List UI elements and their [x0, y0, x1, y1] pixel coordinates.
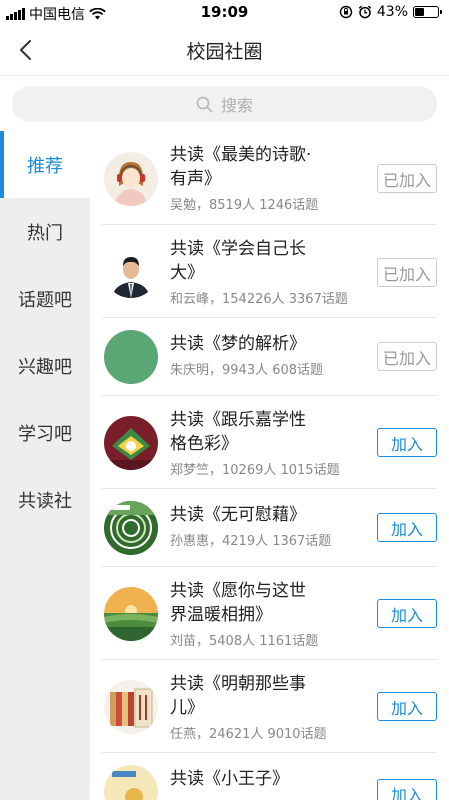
- group-meta: 朱庆明，9943人 608话题: [170, 363, 324, 378]
- group-avatar: [104, 416, 158, 470]
- group-title: 共读《无可慰藉》: [170, 505, 306, 525]
- join-button[interactable]: 加入: [377, 779, 437, 800]
- list-item[interactable]: 共读《跟乐嘉学性 格色彩》 郑梦竺，10269人 1015话题 加入: [102, 396, 437, 489]
- group-title: 共读《愿你与这世 界温暖相拥》: [170, 581, 306, 625]
- group-title: 共读《跟乐嘉学性 格色彩》: [170, 410, 306, 454]
- category-sidebar: 推荐 热门 话题吧 兴趣吧 学习吧 共读社: [0, 131, 90, 800]
- sidebar-item-recommended[interactable]: 推荐: [0, 131, 90, 198]
- group-meta: 吴勉，8519人 1246话题: [170, 198, 319, 213]
- group-info: 共读《学会自己长 大》 和云峰，154226人 3367话题: [170, 237, 362, 307]
- joined-button[interactable]: 已加入: [377, 164, 437, 193]
- join-button[interactable]: 加入: [377, 428, 437, 457]
- sidebar-item-topics[interactable]: 话题吧: [0, 265, 90, 332]
- search-icon: [196, 96, 213, 112]
- group-avatar: [104, 501, 158, 555]
- sidebar-item-interests[interactable]: 兴趣吧: [0, 332, 90, 399]
- list-item[interactable]: 共读《愿你与这世 界温暖相拥》 刘苗，5408人 1161话题 加入: [102, 567, 437, 660]
- sidebar-item-hot[interactable]: 热门: [0, 198, 90, 265]
- group-title: 共读《明朝那些事 儿》: [170, 674, 306, 718]
- search-placeholder: 搜索: [220, 96, 253, 115]
- group-info: 共读《梦的解析》 朱庆明，9943人 608话题: [170, 332, 362, 378]
- group-meta: 郑梦竺，10269人 1015话题: [170, 463, 340, 478]
- group-avatar: [104, 765, 158, 800]
- group-title: 共读《最美的诗歌· 有声》: [170, 145, 312, 189]
- join-button[interactable]: 加入: [377, 513, 437, 542]
- group-info: 共读《跟乐嘉学性 格色彩》 郑梦竺，10269人 1015话题: [170, 408, 362, 478]
- group-info: 共读《无可慰藉》 孙惠惠，4219人 1367话题: [170, 503, 362, 549]
- search-bar: 搜索: [0, 77, 449, 131]
- group-info: 共读《愿你与这世 界温暖相拥》 刘苗，5408人 1161话题: [170, 579, 362, 649]
- group-avatar: [104, 330, 158, 384]
- list-item[interactable]: 共读《无可慰藉》 孙惠惠，4219人 1367话题 加入: [102, 489, 437, 567]
- group-title: 共读《梦的解析》: [170, 334, 306, 354]
- status-bar: 中国电信 19:09 43%: [0, 0, 449, 24]
- list-item[interactable]: 共读《学会自己长 大》 和云峰，154226人 3367话题 已加入: [102, 225, 437, 318]
- group-info: 共读《明朝那些事 儿》 任燕，24621人 9010话题: [170, 672, 362, 742]
- group-info: 共读《最美的诗歌· 有声》 吴勉，8519人 1246话题: [170, 143, 362, 213]
- sidebar-item-label: 兴趣吧: [18, 356, 72, 378]
- list-item[interactable]: 共读《明朝那些事 儿》 任燕，24621人 9010话题 加入: [102, 660, 437, 753]
- sidebar-item-label: 话题吧: [18, 289, 72, 311]
- joined-button[interactable]: 已加入: [377, 342, 437, 371]
- group-avatar: [104, 152, 158, 206]
- sidebar-item-label: 学习吧: [18, 423, 72, 445]
- sidebar-item-label: 共读社: [18, 490, 72, 512]
- status-right: 43%: [339, 4, 442, 20]
- battery-percent: 43%: [376, 4, 408, 20]
- group-avatar: [104, 680, 158, 734]
- page-title: 校园社圈: [186, 41, 263, 63]
- orientation-lock-icon: [339, 5, 353, 19]
- group-list: 共读《最美的诗歌· 有声》 吴勉，8519人 1246话题 已加入 共读《学会自己…: [90, 131, 449, 800]
- joined-button[interactable]: 已加入: [377, 258, 437, 287]
- nav-bar: 校园社圈: [0, 24, 449, 76]
- group-info: 共读《小王子》: [170, 767, 362, 791]
- group-title: 共读《小王子》: [170, 769, 289, 789]
- join-button[interactable]: 加入: [377, 692, 437, 721]
- group-meta: 孙惠惠，4219人 1367话题: [170, 534, 332, 549]
- group-meta: 刘苗，5408人 1161话题: [170, 634, 319, 649]
- group-meta: 和云峰，154226人 3367话题: [170, 292, 348, 307]
- sidebar-item-label: 推荐: [27, 155, 63, 177]
- group-avatar: [104, 244, 158, 298]
- sidebar-item-study[interactable]: 学习吧: [0, 399, 90, 466]
- sidebar-item-label: 热门: [27, 222, 63, 244]
- group-title: 共读《学会自己长 大》: [170, 239, 306, 283]
- alarm-icon: [358, 5, 372, 19]
- search-input[interactable]: 搜索: [12, 86, 437, 122]
- group-avatar: [104, 587, 158, 641]
- list-item[interactable]: 共读《小王子》 加入: [102, 753, 437, 800]
- group-meta: 任燕，24621人 9010话题: [170, 727, 327, 742]
- sidebar-item-reading-club[interactable]: 共读社: [0, 466, 90, 533]
- join-button[interactable]: 加入: [377, 599, 437, 628]
- battery-icon: [413, 6, 442, 18]
- battery-fill: [415, 8, 425, 16]
- list-item[interactable]: 共读《最美的诗歌· 有声》 吴勉，8519人 1246话题 已加入: [102, 131, 437, 225]
- list-item[interactable]: 共读《梦的解析》 朱庆明，9943人 608话题 已加入: [102, 318, 437, 396]
